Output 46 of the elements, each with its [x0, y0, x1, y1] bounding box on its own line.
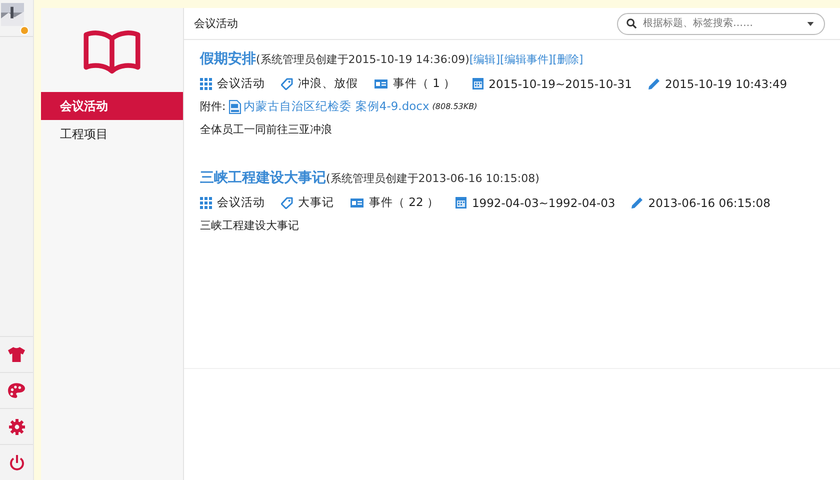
calendar-icon [454, 196, 467, 209]
palette-icon[interactable] [8, 383, 25, 398]
created-info: (系统管理员创建于2013-06-16 10:15:08) [326, 171, 540, 186]
attachment-link[interactable]: 内蒙古自治区纪检委 案例4-9.docx [244, 99, 430, 114]
created-info: (系统管理员创建于2015-10-19 14:36:09) [256, 52, 470, 67]
category-label: 会议活动 [217, 76, 265, 91]
card-icon [374, 78, 388, 88]
action-link[interactable]: [编辑] [469, 52, 500, 67]
status-badge [20, 26, 29, 35]
tags-label: 冲浪、放假 [298, 76, 358, 91]
event-count-label: 事件（ 22 ） [369, 195, 439, 210]
shirt-icon[interactable] [8, 347, 25, 362]
settings-icon[interactable] [8, 418, 24, 434]
event-description: 全体员工一同前往三亚冲浪 [200, 122, 333, 137]
tag-icon [281, 78, 293, 90]
modified-time-label: 2013-06-16 06:15:08 [648, 196, 770, 210]
pencil-icon [631, 196, 644, 208]
document-icon [228, 100, 241, 114]
search-bar[interactable]: 根据标题、标签搜索…… [617, 12, 825, 34]
search-field[interactable]: 根据标题、标签搜索…… [641, 17, 803, 30]
event-description: 三峡工程建设大事记 [200, 218, 300, 233]
power-icon[interactable] [8, 454, 24, 470]
calendar-icon [472, 77, 484, 90]
pencil-icon [648, 78, 660, 90]
section-title: 会议活动 [194, 16, 238, 31]
event-title-link[interactable]: 三峡工程建设大事记 [200, 169, 326, 187]
grid-icon [200, 78, 212, 90]
category-label: 会议活动 [217, 195, 265, 210]
file-size-label: (808.53KB) [432, 102, 478, 111]
action-link[interactable]: [编辑事件] [500, 52, 553, 67]
event-title-link[interactable]: 假期安排 [200, 50, 256, 68]
tag-icon [281, 196, 293, 208]
book-icon [83, 29, 141, 75]
card-icon [350, 198, 364, 208]
nav-item[interactable]: 会议活动 [41, 92, 183, 120]
caret-icon[interactable] [807, 22, 814, 26]
nav-item[interactable]: 工程项目 [41, 120, 183, 148]
date-range-label: 2015-10-19~2015-10-31 [488, 76, 632, 90]
search-icon [626, 18, 637, 29]
event-count-label: 事件（ 1 ） [393, 76, 456, 91]
action-link[interactable]: [删除] [552, 52, 584, 67]
grid-icon [200, 196, 212, 208]
date-range-label: 1992-04-03~1992-04-03 [472, 196, 616, 210]
modified-time-label: 2015-10-19 10:43:49 [664, 76, 788, 90]
tags-label: 大事记 [298, 195, 334, 210]
attachment-label: 附件: [200, 99, 226, 114]
